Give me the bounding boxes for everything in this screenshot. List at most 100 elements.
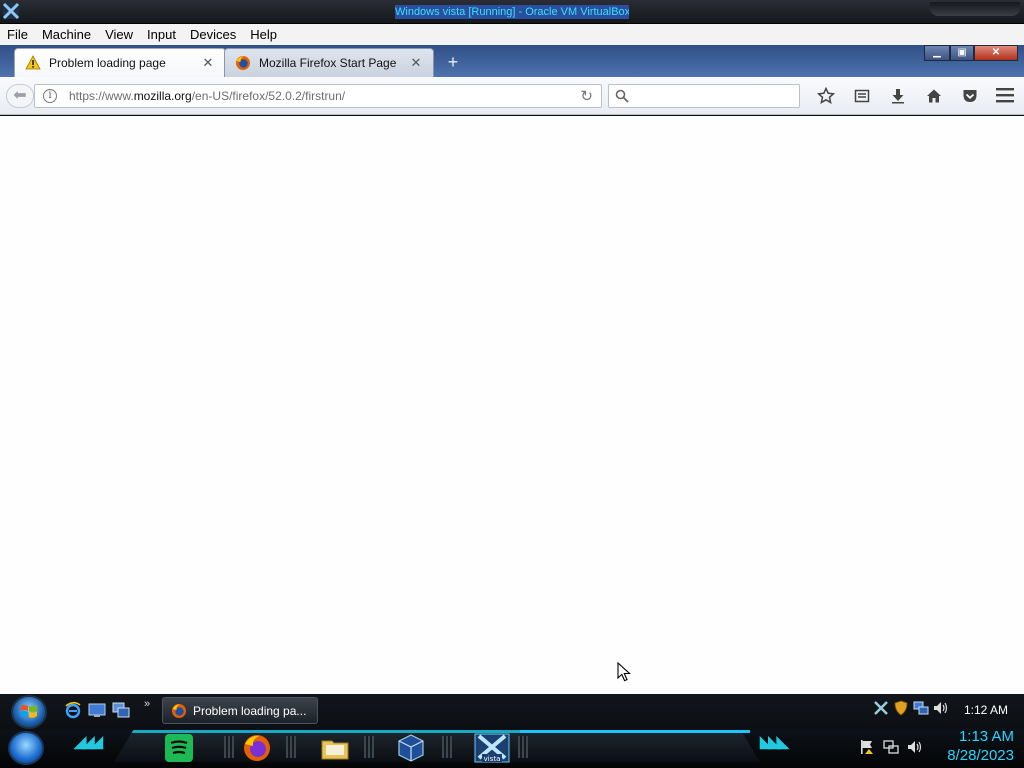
vbox-window-title: Windows vista [Running] - Oracle VM Virt… <box>395 5 629 19</box>
window-controls: ▁ ▣ ✕ <box>924 45 1018 61</box>
download-icon <box>892 89 904 104</box>
tray-volume[interactable] <box>932 700 950 716</box>
maximize-button[interactable]: ▣ <box>950 45 974 61</box>
dock-clock[interactable]: 1:13 AM 8/28/2023 <box>934 728 1014 766</box>
dock-separator <box>364 736 374 758</box>
tab-label: Problem loading page <box>49 56 166 70</box>
minimize-button[interactable]: ▁ <box>924 45 950 61</box>
quicklaunch-overflow-icon[interactable]: » <box>144 698 150 710</box>
url-host: mozilla.org <box>133 89 192 103</box>
system-tray-bottom <box>856 738 928 756</box>
dock-progress-bar <box>520 730 750 733</box>
bookmark-star-icon <box>817 87 835 105</box>
dock-clock-date: 8/28/2023 <box>947 747 1014 764</box>
menu-help[interactable]: Help <box>243 27 284 42</box>
vbox-menubar: File Machine View Input Devices Help <box>0 24 1024 45</box>
dock-virtualbox-vista[interactable]: vista <box>474 733 510 763</box>
url-prefix: https://www. <box>69 89 134 103</box>
tray-network-bottom[interactable] <box>880 738 902 756</box>
quick-launch <box>62 701 134 719</box>
dock-separator <box>518 736 528 758</box>
dock-separator <box>286 736 296 758</box>
pocket-button[interactable] <box>952 85 988 107</box>
menu-machine[interactable]: Machine <box>35 27 98 42</box>
close-window-button[interactable]: ✕ <box>974 45 1018 61</box>
taskbar-task-firefox[interactable]: Problem loading pa... <box>162 697 318 724</box>
back-button[interactable]: ⬅ <box>6 84 34 108</box>
new-tab-button[interactable]: + <box>440 51 466 73</box>
tab-label: Mozilla Firefox Start Page <box>259 56 397 70</box>
warning-icon <box>25 55 41 70</box>
hamburger-menu-icon <box>996 88 1014 103</box>
firefox-icon <box>172 703 186 718</box>
tab-firefox-start[interactable]: Mozilla Firefox Start Page ✕ <box>224 48 434 77</box>
network-icon <box>883 740 899 754</box>
dock-spotify[interactable] <box>164 733 194 763</box>
menu-devices[interactable]: Devices <box>183 27 243 42</box>
dock-separator <box>442 736 452 758</box>
menu-view[interactable]: View <box>98 27 140 42</box>
dock-chevron-left-icon: ◢◢◢ <box>74 734 103 751</box>
taskbar-clock-top[interactable]: 1:12 AM <box>964 703 1008 717</box>
dock-band <box>114 730 760 762</box>
home-button[interactable] <box>916 85 952 107</box>
dock-chevron-right-icon: ◣◣◣ <box>760 734 789 751</box>
navigation-toolbar: ⬅ i https://www.mozilla.org/en-US/firefo… <box>0 77 1024 115</box>
system-tray-top <box>872 700 952 716</box>
tray-security-shield[interactable] <box>892 700 910 716</box>
tab-close-icon[interactable]: ✕ <box>201 55 215 71</box>
vbox-window-controls[interactable] <box>930 2 1020 16</box>
virtualbox-vista-icon: vista <box>474 733 510 763</box>
dock-start-orb[interactable] <box>8 731 44 765</box>
virtualbox-logo-icon <box>2 2 20 20</box>
dock-clock-time: 1:13 AM <box>958 728 1014 745</box>
explorer-folder-icon <box>321 740 349 760</box>
dock-firefox[interactable] <box>242 733 272 763</box>
menu-file[interactable]: File <box>0 27 35 42</box>
bookmark-star-button[interactable] <box>808 85 844 107</box>
quicklaunch-switch-windows[interactable] <box>110 701 132 719</box>
volume-icon <box>908 741 922 753</box>
tray-action-center[interactable] <box>856 738 878 756</box>
back-arrow-icon: ⬅ <box>13 87 27 104</box>
tray-virtualbox[interactable] <box>872 700 890 716</box>
url-text[interactable]: https://www.mozilla.org/en-US/firefox/52… <box>69 89 345 103</box>
windows-logo-icon <box>21 705 37 718</box>
menu-input[interactable]: Input <box>140 27 183 42</box>
spotify-icon <box>165 734 193 762</box>
volume-icon <box>934 702 948 714</box>
dock-explorer[interactable] <box>320 733 350 763</box>
hamburger-menu-button[interactable] <box>994 85 1018 107</box>
firefox-icon <box>236 56 250 70</box>
show-desktop-icon <box>88 703 106 717</box>
home-icon <box>927 89 941 103</box>
reload-icon[interactable]: ↻ <box>580 87 593 105</box>
site-info-icon[interactable]: i <box>43 89 57 103</box>
reading-list-button[interactable] <box>844 85 880 107</box>
dock-separator <box>224 736 234 758</box>
start-button[interactable] <box>11 695 47 729</box>
task-button-label: Problem loading pa... <box>193 703 307 718</box>
taskbar: » Problem loading pa... 1:12 AM ◢◢◢ vist… <box>0 694 1024 768</box>
switch-windows-icon <box>112 702 130 718</box>
download-button[interactable] <box>880 85 916 107</box>
vbox-titlebar: Windows vista [Running] - Oracle VM Virt… <box>0 0 1024 24</box>
browser-tabstrip: Problem loading page ✕ Mozilla Firefox S… <box>0 45 1024 77</box>
page-content[interactable] <box>0 116 1024 694</box>
reading-list-icon <box>854 89 870 103</box>
mouse-cursor-icon <box>617 662 631 682</box>
url-bar[interactable]: i https://www.mozilla.org/en-US/firefox/… <box>34 84 602 108</box>
tab-close-icon[interactable]: ✕ <box>409 55 423 71</box>
toolbar-icons <box>808 85 988 107</box>
tab-problem-loading[interactable]: Problem loading page ✕ <box>14 48 226 77</box>
quicklaunch-ie[interactable] <box>62 701 84 719</box>
internet-explorer-icon <box>65 701 81 719</box>
quicklaunch-show-desktop[interactable] <box>86 701 108 719</box>
network-icon <box>913 701 929 715</box>
shield-icon <box>894 700 908 716</box>
search-bar[interactable] <box>608 84 800 108</box>
tray-network[interactable] <box>912 700 930 716</box>
tray-volume-bottom[interactable] <box>904 738 926 756</box>
dock-virtualbox[interactable] <box>396 733 426 763</box>
virtualbox-icon <box>398 734 424 762</box>
